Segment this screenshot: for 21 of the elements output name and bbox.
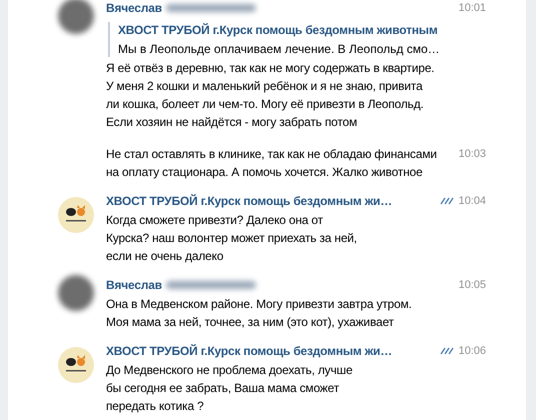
cat-logo-icon[interactable] — [58, 347, 94, 383]
sender-name[interactable]: Вячеслав — [106, 276, 162, 294]
cat-logo-icon[interactable] — [58, 197, 94, 233]
message-time: 10:05 — [458, 278, 486, 292]
sender-name[interactable]: ХВОСТ ТРУБОЙ г.Курск помощь бездомным жи… — [106, 342, 392, 360]
quoted-message[interactable]: ХВОСТ ТРУБОЙ г.Курск помощь бездомным животным Мы в Леопольде оплачиваем лечение. В Леопольд смо… — [108, 22, 486, 57]
quote-text: Мы в Леопольде оплачиваем лечение. В Леопольд смо… — [118, 41, 441, 57]
sender-name[interactable]: Вячеслав — [106, 0, 162, 17]
message-time: 10:03 — [458, 147, 486, 161]
message-time: 10:01 — [458, 1, 486, 15]
avatar[interactable] — [58, 275, 94, 311]
avatar[interactable] — [58, 0, 94, 34]
sender-name[interactable]: ХВОСТ ТРУБОЙ г.Курск помощь бездомным жи… — [106, 192, 392, 210]
message-text: Когда сможете привезти? Далеко она от Курска? наш волонтер может приехать за ней, если не очень далеко — [106, 212, 357, 265]
message-time: 10:04 — [458, 194, 486, 208]
message-text: Я её отвёз в деревню, так как не могу содержать в квартире. У меня 2 кошки и маленький ребёнок и я не знаю, привита ли кошка, болеет ли чем-то. Могу её привезти в Леопольд. Если хозяин не найдётся - могу забрать потом — [106, 60, 434, 131]
message-text: Не стал оставлять в клинике, так как не обладаю финансами на оплату стационара. А помочь хочется. Жалко животное — [106, 146, 437, 181]
message-text: Она в Медвенском районе. Могу привезти завтра утром. Моя мама за ней, точнее, за ним (это кот), ухаживает — [106, 296, 412, 331]
message-time: 10:06 — [458, 344, 486, 358]
message-text: До Медвенского не проблема доехать, лучше бы сегодня ее забрать, Ваша мама сможет передать котика ? — [106, 362, 352, 415]
quote-author: ХВОСТ ТРУБОЙ г.Курск помощь бездомным животным — [118, 22, 439, 38]
